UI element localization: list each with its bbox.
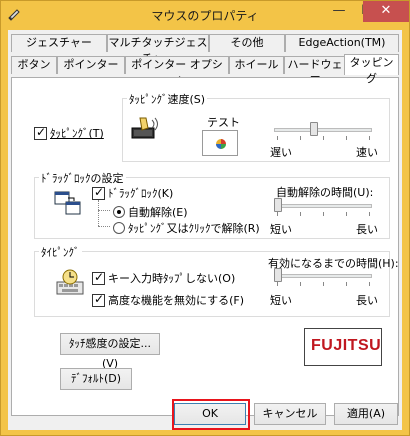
drag-lock-checkbox[interactable]: ﾄﾞﾗｯｸﾞﾛｯｸ(K) [92,185,173,201]
tab-edgeaction[interactable]: EdgeAction(TM) [285,34,399,52]
tree-branch-1 [98,210,110,211]
tapping-speed-title: ﾀｯﾋﾟﾝｸﾞ速度(S) [127,91,208,107]
tapping-checkbox[interactable]: ﾀｯﾋﾟﾝｸﾞ(T) [34,125,104,141]
tapping-speed-ticks [277,136,370,140]
dialog-client: ジェスチャー マルチタッチジェスチャー その他 EdgeAction(TM) ボ… [8,30,402,430]
tab-tapping[interactable]: タッピング [344,54,399,85]
drag-window-icon [54,191,81,215]
tab-hardware[interactable]: ハードウェア [284,56,346,87]
tab-pointer-options[interactable]: ポインター オプション [125,56,229,87]
tapping-checkbox-box[interactable] [34,125,47,140]
tree-branch-2 [98,226,110,227]
tab-pointer[interactable]: ポインター [57,56,125,74]
close-button[interactable]: ✕ [363,1,409,22]
effective-short-label: 短い [270,294,292,307]
auto-release-time-slider[interactable] [274,198,282,212]
tab-row-front: ボタン ポインター ポインター オプション ホイール ハードウェア タッピング [11,51,399,87]
tap-release-radio-dot[interactable] [113,222,125,234]
auto-release-time-label: 自動解除の時間(U): [276,186,374,199]
disable-advanced-label: 高度な機能を無効にする(F) [108,294,245,307]
disable-on-key-checkbox[interactable]: キー入力時ﾀｯﾌﾟしない(O) [92,270,235,286]
effective-long-label: 長い [356,294,378,307]
tab-row-back: ジェスチャー マルチタッチジェスチャー その他 EdgeAction(TM) [11,34,399,65]
tab-wheel[interactable]: ホイール [229,56,284,74]
test-label: テスト [207,116,240,129]
auto-release-label: 自動解除(E) [128,206,188,219]
effective-time-label: 有効になるまでの時間(H): [268,257,399,270]
hand-tap-icon [131,117,158,139]
disable-advanced-box[interactable] [92,292,105,307]
tapping-speed-track [274,128,372,132]
apply-button[interactable]: 適用(A) [334,403,398,425]
effective-time-ticks [277,282,370,286]
typing-title: ﾀｲﾋﾟﾝｸﾞ [39,244,82,260]
tree-line [98,200,99,226]
drag-lock-label: ﾄﾞﾗｯｸﾞﾛｯｸ(K) [108,187,174,200]
cancel-button[interactable]: キャンセル [254,403,326,425]
default-button[interactable]: ﾃﾞﾌｫﾙﾄ(D) [60,368,132,390]
title-bar[interactable]: マウスのプロパティ — ☐ ✕ [1,1,409,29]
tapping-test-area[interactable] [202,130,238,156]
ok-highlight-box [172,399,250,430]
drag-lock-title: ﾄﾞﾗｯｸﾞﾛｯｸの設定 [39,170,126,186]
keyboard-clock-icon [56,269,84,295]
tapping-panel: ﾀｯﾋﾟﾝｸﾞ(T) ﾀｯﾋﾟﾝｸﾞ速度(S) テスト [11,77,399,416]
tap-release-label: ﾀｯﾋﾟﾝｸﾞ又はｸﾘｯｸで解除(R) [128,222,260,235]
tab-button[interactable]: ボタン [11,56,57,74]
dialog-window: マウスのプロパティ — ☐ ✕ ジェスチャー マルチタッチジェスチャー その他 … [0,0,410,436]
effective-time-slider[interactable] [274,268,282,282]
speed-slow-label: 遅い [270,146,292,159]
tapping-speed-slider[interactable] [310,122,318,136]
tap-release-radio[interactable]: ﾀｯﾋﾟﾝｸﾞ又はｸﾘｯｸで解除(R) [113,220,260,236]
disable-on-key-box[interactable] [92,270,105,285]
tab-gesture[interactable]: ジェスチャー [11,34,107,52]
tab-other[interactable]: その他 [209,34,285,52]
tapping-checkbox-label: ﾀｯﾋﾟﾝｸﾞ(T) [50,127,104,140]
disable-advanced-checkbox[interactable]: 高度な機能を無効にする(F) [92,292,244,308]
speed-fast-label: 速い [356,146,378,159]
auto-release-radio-dot[interactable] [113,206,125,218]
test-ball-icon [216,139,226,149]
auto-release-radio[interactable]: 自動解除(E) [113,204,188,220]
fujitsu-logo: FUJITSU [304,328,382,366]
tab-multitouch-gesture[interactable]: マルチタッチジェスチャー [107,34,209,65]
time-long-label: 長い [356,223,378,236]
touch-sensitivity-button[interactable]: ﾀｯﾁ感度の設定...(V) [60,333,160,370]
auto-release-time-ticks [277,212,370,216]
time-short-label: 短い [270,223,292,236]
drag-lock-checkbox-box[interactable] [92,185,105,200]
auto-release-time-track [274,204,372,208]
disable-on-key-label: キー入力時ﾀｯﾌﾟしない(O) [108,272,236,285]
effective-time-track [274,274,372,278]
minimize-button[interactable]: — [325,1,353,22]
